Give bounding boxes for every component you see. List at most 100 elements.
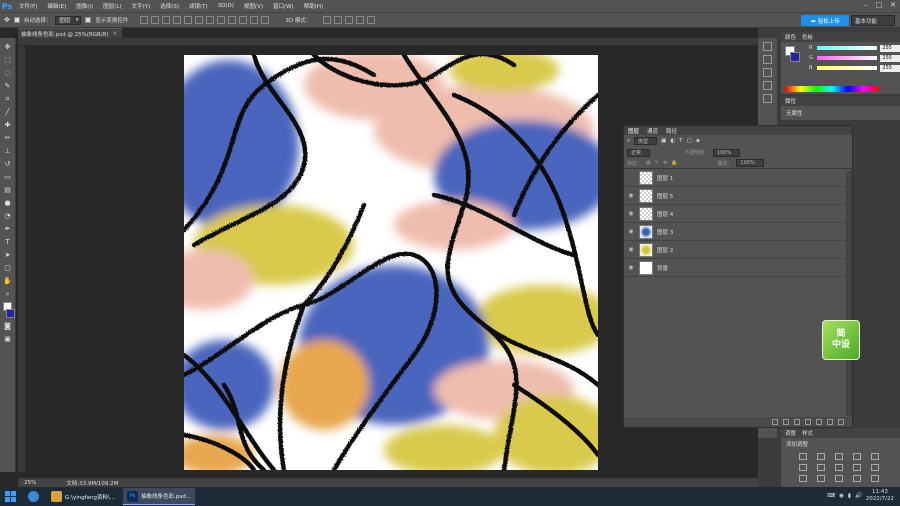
visibility-eye-icon[interactable]: ◉	[627, 228, 635, 235]
menu-help[interactable]: 帮助(H)	[299, 2, 328, 10]
photo-filter-icon[interactable]	[853, 464, 861, 471]
hand-tool-icon[interactable]: ✋	[3, 276, 13, 286]
new-adjustment-icon[interactable]	[805, 419, 811, 425]
filter-adjustment-icon[interactable]: ◐	[670, 138, 675, 144]
red-value[interactable]: 255	[880, 44, 900, 52]
start-button[interactable]	[0, 487, 20, 506]
layer-row[interactable]: ◉ 背景	[624, 259, 852, 277]
3d-rotate-icon[interactable]	[323, 16, 332, 24]
auto-select-dropdown[interactable]: 图层	[55, 15, 82, 25]
channel-mixer-icon[interactable]	[871, 464, 879, 471]
brightness-icon[interactable]	[799, 453, 807, 460]
align-center-icon[interactable]	[184, 16, 193, 24]
crop-tool-icon[interactable]: ⌗	[3, 94, 13, 104]
align-middle-icon[interactable]	[151, 16, 160, 24]
align-right-icon[interactable]	[195, 16, 204, 24]
screen-mode-icon[interactable]: ▣	[3, 334, 13, 344]
menu-3d[interactable]: 3D(D)	[213, 3, 239, 9]
layer-row[interactable]: ◉ 图层 4	[624, 205, 852, 223]
align-left-icon[interactable]	[173, 16, 182, 24]
levels-icon[interactable]	[817, 453, 825, 460]
tab-properties[interactable]: 属性	[785, 97, 796, 105]
invert-icon[interactable]	[799, 475, 807, 482]
brush-presets-icon[interactable]	[763, 94, 772, 103]
tab-adjustments[interactable]: 调整	[785, 429, 796, 437]
add-mask-icon[interactable]	[794, 419, 800, 425]
tab-paths[interactable]: 路径	[666, 127, 677, 135]
distribute-center-icon[interactable]	[250, 16, 259, 24]
fill-field[interactable]: 100%	[736, 159, 764, 167]
visibility-eye-icon[interactable]: ◉	[627, 192, 635, 199]
character-icon[interactable]	[763, 68, 772, 77]
zoom-tool-icon[interactable]: ⌕	[3, 289, 13, 299]
sync-upload-button[interactable]: ☁ 轻松上传	[801, 15, 849, 26]
threshold-icon[interactable]	[835, 475, 843, 482]
blue-slider[interactable]: B 255	[781, 64, 900, 72]
history-icon[interactable]	[763, 42, 772, 51]
move-tool-icon[interactable]: ✥	[4, 16, 10, 24]
document-tab[interactable]: 抽象线条色彩.psd @ 25%(RGB/8) ×	[18, 28, 122, 38]
posterize-icon[interactable]	[817, 475, 825, 482]
layer-row[interactable]: 图层 1	[624, 169, 852, 187]
menu-select[interactable]: 选择(S)	[155, 2, 184, 10]
paragraph-icon[interactable]	[763, 81, 772, 90]
new-group-icon[interactable]	[816, 419, 822, 425]
actions-icon[interactable]	[763, 55, 772, 64]
red-slider[interactable]: R 255	[781, 44, 900, 52]
green-slider-track[interactable]	[816, 56, 878, 60]
menu-view[interactable]: 视图(V)	[239, 2, 268, 10]
visibility-eye-icon[interactable]: ◉	[627, 210, 635, 217]
shape-tool-icon[interactable]: ▢	[3, 263, 13, 273]
color-spectrum-ramp[interactable]	[785, 86, 879, 92]
zoom-level[interactable]: 25%	[24, 480, 36, 486]
eyedropper-tool-icon[interactable]: ╱	[3, 107, 13, 117]
lock-all-icon[interactable]: 🔒	[671, 160, 677, 166]
document-canvas[interactable]	[184, 55, 598, 470]
tab-styles[interactable]: 样式	[802, 429, 813, 437]
hue-saturation-icon[interactable]	[799, 464, 807, 471]
quick-mask-icon[interactable]: ◙	[3, 321, 13, 331]
workspace-dropdown[interactable]: 基本功能	[851, 15, 895, 26]
tab-channels[interactable]: 通道	[647, 127, 658, 135]
clock[interactable]: 11:43 2022/7/22	[866, 489, 894, 503]
clone-stamp-tool-icon[interactable]: ⊥	[3, 146, 13, 156]
3d-drag-icon[interactable]	[345, 16, 354, 24]
green-value[interactable]: 255	[880, 54, 900, 62]
menu-edit[interactable]: 编辑(E)	[42, 2, 71, 10]
close-icon[interactable]: ✕	[890, 1, 896, 9]
quick-select-tool-icon[interactable]: ✎	[3, 81, 13, 91]
color-balance-icon[interactable]	[817, 464, 825, 471]
layer-row[interactable]: ◉ 图层 3	[624, 223, 852, 241]
minimize-icon[interactable]: –	[864, 1, 868, 9]
history-brush-tool-icon[interactable]: ↺	[3, 159, 13, 169]
distribute-top-icon[interactable]	[206, 16, 215, 24]
move-tool-icon[interactable]: ✥	[3, 42, 13, 52]
link-layers-icon[interactable]	[772, 419, 778, 425]
keyboard-icon[interactable]: ⌨	[827, 493, 835, 499]
distribute-left-icon[interactable]	[239, 16, 248, 24]
network-icon[interactable]: ▮	[848, 493, 851, 499]
distribute-bottom-icon[interactable]	[228, 16, 237, 24]
3d-slide-icon[interactable]	[356, 16, 365, 24]
opacity-field[interactable]: 100%	[713, 148, 741, 157]
filter-shape-icon[interactable]: ▢	[687, 138, 692, 144]
exposure-icon[interactable]	[853, 453, 861, 460]
blue-value[interactable]: 255	[880, 64, 900, 72]
volume-icon[interactable]: 🔊	[855, 493, 862, 499]
blur-tool-icon[interactable]: ●	[3, 198, 13, 208]
layer-style-icon[interactable]	[783, 419, 789, 425]
menu-file[interactable]: 文件(F)	[14, 2, 42, 10]
maximize-icon[interactable]: □	[876, 1, 883, 9]
taskbar-photoshop[interactable]: Ps 抽象线条色彩.psd...	[123, 488, 195, 505]
visibility-eye-icon[interactable]: ◉	[627, 246, 635, 253]
gradient-tool-icon[interactable]: ▤	[3, 185, 13, 195]
distribute-right-icon[interactable]	[261, 16, 270, 24]
brush-tool-icon[interactable]: ✏	[3, 133, 13, 143]
layer-filter-kind[interactable]: 类型	[634, 137, 658, 145]
black-white-icon[interactable]	[835, 464, 843, 471]
taskbar-browser[interactable]	[24, 488, 43, 505]
eraser-tool-icon[interactable]: ▭	[3, 172, 13, 182]
color-panel-background-swatch[interactable]	[790, 52, 800, 62]
selective-color-icon[interactable]	[871, 475, 879, 482]
align-top-icon[interactable]	[140, 16, 149, 24]
